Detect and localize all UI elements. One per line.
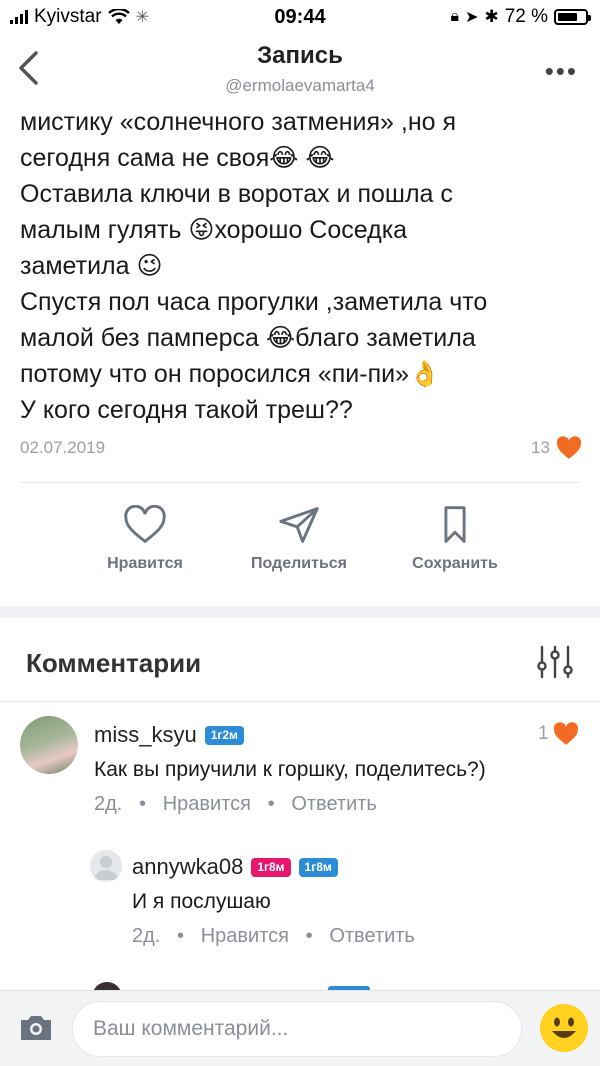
emoji-icon[interactable] xyxy=(539,1003,589,1053)
save-button[interactable]: Сохранить xyxy=(380,505,530,573)
heart-filled-icon xyxy=(553,722,578,745)
meta-separator: • xyxy=(165,925,196,947)
like-label: Нравится xyxy=(107,555,183,572)
like-button[interactable]: Нравится xyxy=(70,505,220,573)
likes-count: 13 xyxy=(531,438,550,457)
reply-username[interactable]: annywka08 xyxy=(132,854,243,880)
comment-header: miss_ksyu 1г2м xyxy=(94,722,244,748)
rotation-lock-icon: 🔒︎ xyxy=(450,8,460,25)
camera-icon[interactable] xyxy=(18,1013,54,1043)
post-text: мистику «солнечного затмения» ,но я сего… xyxy=(20,104,580,428)
comment-input[interactable] xyxy=(72,1001,522,1057)
status-left: Kyivstar ✳ xyxy=(10,6,149,28)
reply-like-link[interactable]: Нравится xyxy=(201,925,289,947)
meta-separator: • xyxy=(127,793,158,815)
comment-meta: 2д. • Нравится • Ответить xyxy=(94,793,377,816)
post-likes[interactable]: 13 xyxy=(531,436,582,460)
post-line: У кого сегодня такой треш?? xyxy=(20,396,353,424)
divider xyxy=(0,701,600,702)
status-right: 🔒︎ ➤ ✱ 72 % xyxy=(450,6,591,28)
post-line: сегодня сама не своя😂 😂 xyxy=(20,144,335,172)
save-label: Сохранить xyxy=(412,555,498,572)
location-icon: ➤ xyxy=(465,9,479,26)
child-age-badge: 1г8м xyxy=(251,857,291,877)
comments-title: Комментарии xyxy=(26,648,202,678)
sort-filter-icon[interactable] xyxy=(536,644,574,680)
battery-icon xyxy=(554,9,591,25)
reply-header: annywka08 1г8м 1г8м xyxy=(132,854,338,880)
bookmark-icon xyxy=(444,506,466,543)
signal-icon xyxy=(10,10,28,24)
avatar[interactable] xyxy=(20,716,78,774)
carrier-name: Kyivstar xyxy=(34,6,102,27)
reply-age: 2д. xyxy=(132,925,161,947)
post-date: 02.07.2019 xyxy=(20,438,106,457)
post-line: потому что он поросился «пи-пи»👌 xyxy=(20,360,441,388)
author-handle[interactable]: @ermolaevamarta4 xyxy=(0,76,600,96)
section-separator xyxy=(0,606,600,618)
divider xyxy=(20,482,580,483)
post-line: Оставила ключи в воротах и пошла с xyxy=(20,180,453,208)
avatar[interactable] xyxy=(90,850,122,882)
comment-reply-link[interactable]: Ответить xyxy=(291,793,377,815)
post-line: мистику «солнечного затмения» ,но я xyxy=(20,108,457,136)
reply-text: И я послушаю xyxy=(132,890,271,913)
loading-icon: ✳ xyxy=(135,9,149,26)
comment-likes: 1 xyxy=(538,723,549,744)
comment-text: Как вы приучили к горшку, поделитесь?) xyxy=(94,758,486,781)
bluetooth-icon: ✱ xyxy=(484,7,499,26)
share-button[interactable]: Поделиться xyxy=(224,505,374,573)
post-actions: Нравится Поделиться Сохранить xyxy=(0,505,600,595)
child-age-badge: 1г2м xyxy=(204,725,244,745)
post-line: заметила 😉 xyxy=(20,252,163,280)
child-age-badge: 1г8м xyxy=(298,857,338,877)
share-label: Поделиться xyxy=(250,555,348,572)
comment-like-count[interactable]: 1 xyxy=(538,722,579,746)
heart-filled-icon xyxy=(556,436,582,459)
status-bar: Kyivstar ✳ 09:44 🔒︎ ➤ ✱ 72 % xyxy=(0,0,600,34)
more-options-button[interactable]: ••• xyxy=(545,56,578,87)
comment-composer xyxy=(0,990,600,1066)
comment-username[interactable]: miss_ksyu xyxy=(94,722,197,748)
post-line: малым гулять 😝хорошо Соседка xyxy=(20,216,408,244)
post-meta: 02.07.2019 13 xyxy=(20,436,582,460)
post-line: малой без памперса 😂благо заметила xyxy=(20,324,476,352)
heart-outline-icon xyxy=(124,505,166,544)
reply-meta: 2д. • Нравится • Ответить xyxy=(132,925,415,948)
reply-reply-link[interactable]: Ответить xyxy=(329,925,415,947)
page-title: Запись xyxy=(257,42,343,69)
wifi-icon xyxy=(107,9,130,24)
battery-percent: 72 % xyxy=(504,6,548,27)
send-icon xyxy=(279,507,319,543)
comment-like-link[interactable]: Нравится xyxy=(163,793,251,815)
meta-separator: • xyxy=(294,925,324,947)
meta-separator: • xyxy=(256,793,286,815)
nav-header: Запись @ermolaevamarta4 ••• xyxy=(0,34,600,104)
post-line: Спустя пол часа прогулки ,заметила что xyxy=(20,288,488,316)
default-avatar-icon xyxy=(94,856,118,880)
comment-age: 2д. xyxy=(94,793,123,815)
